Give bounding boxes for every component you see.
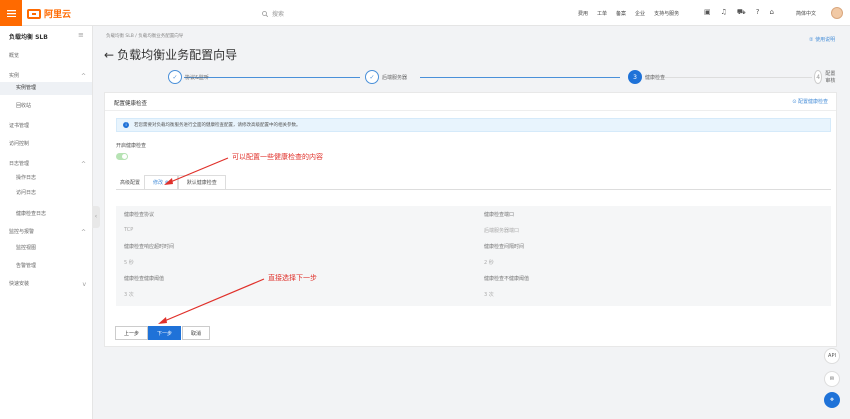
annotation-arrow (161, 278, 265, 323)
apps-icon[interactable]: ❖ (824, 392, 840, 408)
annotation-arrows (158, 157, 265, 324)
arrow-head (158, 317, 167, 324)
api-button[interactable]: API (824, 348, 840, 364)
mail-icon[interactable]: ✉ (824, 371, 840, 387)
annotation-arrow (167, 157, 229, 184)
arrow-head (164, 178, 173, 185)
